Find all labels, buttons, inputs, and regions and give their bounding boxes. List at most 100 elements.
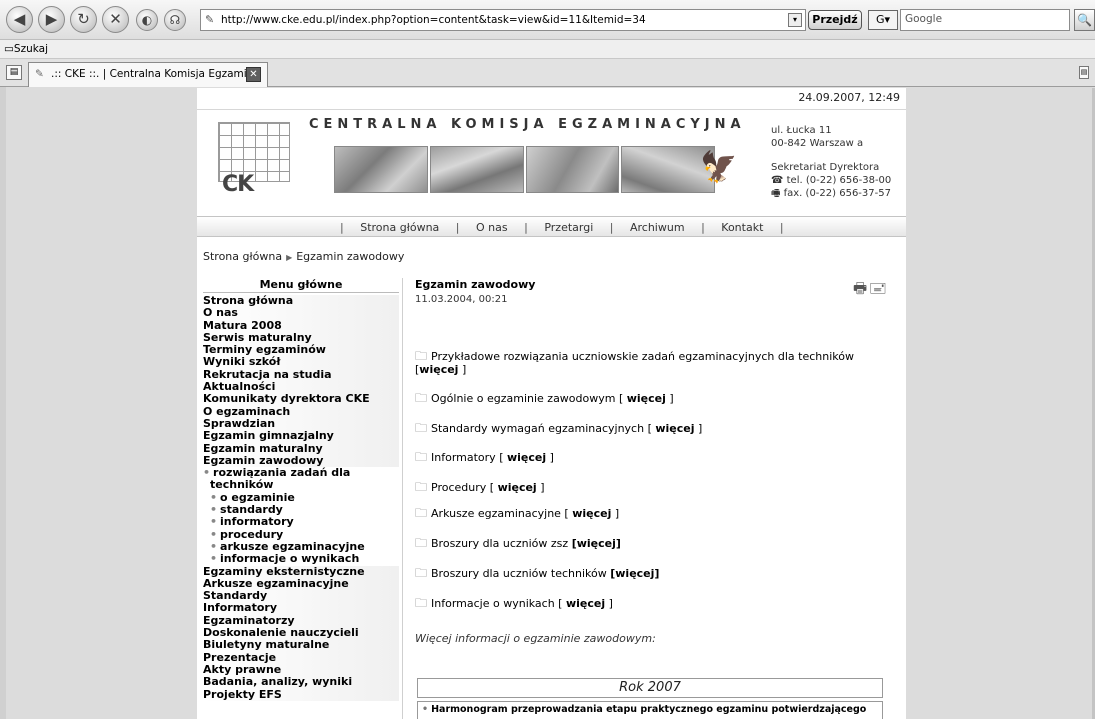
bookmark-szukaj[interactable]: ▭Szukaj	[4, 43, 48, 55]
submenu-item[interactable]: informacje o wynikach	[203, 552, 399, 565]
harmonogram-link[interactable]: Harmonogram przeprowadzania etapu prakty…	[417, 701, 883, 719]
article-date: 11.03.2004, 00:21	[415, 294, 508, 305]
tab-bar: ▤ ✎ .:: CKE ::. | Centralna Komisja Egza…	[0, 59, 1095, 87]
menu-item[interactable]: O nas	[203, 306, 399, 320]
reload-icon[interactable]: ↻	[70, 6, 97, 33]
more-link[interactable]: więcej	[498, 481, 537, 494]
menu-item[interactable]: Egzaminy eksternistyczne	[203, 565, 399, 578]
menu-przetargi[interactable]: Przetargi	[544, 221, 593, 234]
home-icon[interactable]: ◐	[136, 9, 158, 31]
content-entry: 🗀 Ogólnie o egzaminie zawodowym [ więcej …	[415, 392, 885, 406]
menu-item[interactable]: Biuletyny maturalne	[203, 639, 399, 652]
entry-text: Informacje o wynikach [	[431, 597, 566, 610]
menu-kontakt[interactable]: Kontakt	[721, 221, 763, 234]
more-info-text: Więcej informacji o egzaminie zawodowym:	[415, 632, 656, 645]
more-link[interactable]: więcej	[627, 392, 666, 405]
organization-name: CENTRALNA KOMISJA EGZAMINACYJNA	[309, 117, 746, 132]
content-entry: 🗀 Informacje o wynikach [ więcej ]	[415, 596, 885, 611]
back-icon[interactable]: ◀	[6, 6, 33, 33]
url-text[interactable]: http://www.cke.edu.pl/index.php?option=c…	[221, 14, 646, 26]
folder-icon: 🗀	[415, 596, 428, 610]
tab-active[interactable]: ✎ .:: CKE ::. | Centralna Komisja Egzami…	[28, 62, 268, 87]
eagle-emblem-icon: 🦅	[700, 150, 738, 185]
address-bar[interactable]: ✎ http://www.cke.edu.pl/index.php?option…	[200, 9, 806, 31]
menu-item[interactable]: Informatory	[203, 602, 399, 615]
top-menu: | Strona główna | O nas | Przetargi | Ar…	[197, 216, 906, 237]
search-input[interactable]: Google	[900, 9, 1070, 31]
entry-text: Przykładowe rozwiązania uczniowskie zada…	[415, 350, 854, 376]
logo-text: CK	[222, 172, 254, 197]
submenu-item[interactable]: informatory	[203, 516, 399, 529]
page-icon: ✎	[205, 13, 215, 26]
close-icon[interactable]: ✕	[246, 67, 261, 82]
entry-close: ]	[665, 392, 674, 405]
search-icon[interactable]: 🔍	[1074, 9, 1095, 31]
more-link[interactable]: więcej	[507, 451, 546, 464]
cke-logo[interactable]: CK	[218, 122, 290, 205]
entry-text: Ogólnie o egzaminie zawodowym [	[431, 392, 627, 405]
menu-item[interactable]: Badania, analizy, wyniki	[203, 675, 399, 689]
article-title: Egzamin zawodowy	[415, 278, 536, 291]
menu-item[interactable]: Wyniki szkół	[203, 356, 399, 369]
header-photos	[334, 146, 715, 193]
breadcrumb: Strona główna ▶ Egzamin zawodowy	[203, 250, 404, 263]
more-link[interactable]: więcej	[655, 422, 694, 435]
content-entry: 🗀 Standardy wymagań egzaminacyjnych [ wię…	[415, 421, 885, 436]
bookmark-label: Szukaj	[13, 43, 49, 55]
entry-close: ]	[536, 481, 545, 494]
column-divider	[402, 278, 403, 719]
content-entry: 🗀 Broszury dla uczniów zsz [więcej]	[415, 536, 885, 551]
more-link[interactable]: więcej	[419, 363, 458, 376]
address-dropdown-icon[interactable]: ▾	[788, 13, 802, 27]
address-tel: ☎ tel. (0-22) 656-38-00	[771, 175, 892, 186]
contact-address: ul. Łucka 11 00-842 Warszaw a Sekretaria…	[771, 124, 891, 200]
menu-strona-glowna[interactable]: Strona główna	[360, 221, 439, 234]
more-link[interactable]: więcej	[572, 507, 611, 520]
print-email-icon[interactable]: 🖶🖃	[853, 278, 889, 303]
entry-close: ]	[605, 597, 613, 610]
forward-icon[interactable]: ▶	[38, 6, 65, 33]
new-tab-icon[interactable]: ▤	[6, 65, 22, 80]
menu-o-nas[interactable]: O nas	[476, 221, 508, 234]
entry-close: ]	[694, 422, 703, 435]
entry-text: Broszury dla uczniów techników	[431, 567, 611, 580]
folder-icon: 🗀	[415, 421, 428, 435]
rss-icon[interactable]: ☊	[164, 9, 186, 31]
page-icon: ✎	[35, 68, 44, 80]
go-button[interactable]: Przejdź	[808, 10, 862, 30]
menu-item[interactable]: Komunikaty dyrektora CKE	[203, 393, 399, 406]
search-engine-button[interactable]: G▾	[868, 10, 898, 30]
folder-icon: 🗀	[415, 480, 428, 494]
more-link[interactable]: więcej	[566, 597, 605, 610]
page-datetime: 24.09.2007, 12:49	[798, 91, 900, 104]
breadcrumb-arrow-icon: ▶	[286, 253, 293, 262]
stop-icon[interactable]: ✕	[102, 6, 129, 33]
folder-icon: ▭	[4, 43, 14, 55]
more-link[interactable]: [więcej]	[610, 567, 659, 580]
folder-icon: 🗀	[415, 566, 428, 580]
main-menu: Menu główne Strona główna O nas Matura 200…	[203, 278, 399, 701]
folder-icon: 🗀	[415, 450, 428, 464]
entry-text: Informatory [	[431, 451, 507, 464]
entry-text: Standardy wymagań egzaminacyjnych [	[431, 422, 656, 435]
browser-toolbar: ◀ ▶ ↻ ✕ ◐ ☊ ✎ http://www.cke.edu.pl/inde…	[0, 0, 1095, 40]
more-link[interactable]: [więcej]	[572, 537, 621, 550]
address-fax: 🖷 fax. (0-22) 656-37-57	[771, 188, 891, 199]
folder-icon: 🗀	[415, 536, 428, 550]
menu-item[interactable]: Projekty EFS	[203, 688, 399, 701]
content-entry: 🗀 Informatory [ więcej ]	[415, 450, 885, 465]
address-city: 00-842 Warszaw a	[771, 138, 864, 149]
content-entry: 🗀 Broszury dla uczniów techników [więcej]	[415, 566, 885, 581]
menu-archiwum[interactable]: Archiwum	[630, 221, 685, 234]
breadcrumb-current: Egzamin zawodowy	[296, 250, 405, 263]
entry-text: Broszury dla uczniów zsz	[431, 537, 572, 550]
article: Egzamin zawodowy 11.03.2004, 00:21	[415, 278, 895, 305]
breadcrumb-home[interactable]: Strona główna	[203, 250, 282, 263]
tab-list-icon[interactable]: ▤	[1079, 66, 1089, 79]
menu-item[interactable]: Egzamin maturalny	[203, 442, 399, 455]
submenu-item[interactable]: rozwiązania zadań dla techników	[197, 467, 399, 492]
year-header: Rok 2007	[417, 678, 883, 698]
menu-item[interactable]: Egzamin gimnazjalny	[203, 429, 399, 443]
web-page: 24.09.2007, 12:49 CK CENTRALNA KOMISJA E…	[197, 88, 906, 719]
entry-close: ]	[611, 507, 620, 520]
